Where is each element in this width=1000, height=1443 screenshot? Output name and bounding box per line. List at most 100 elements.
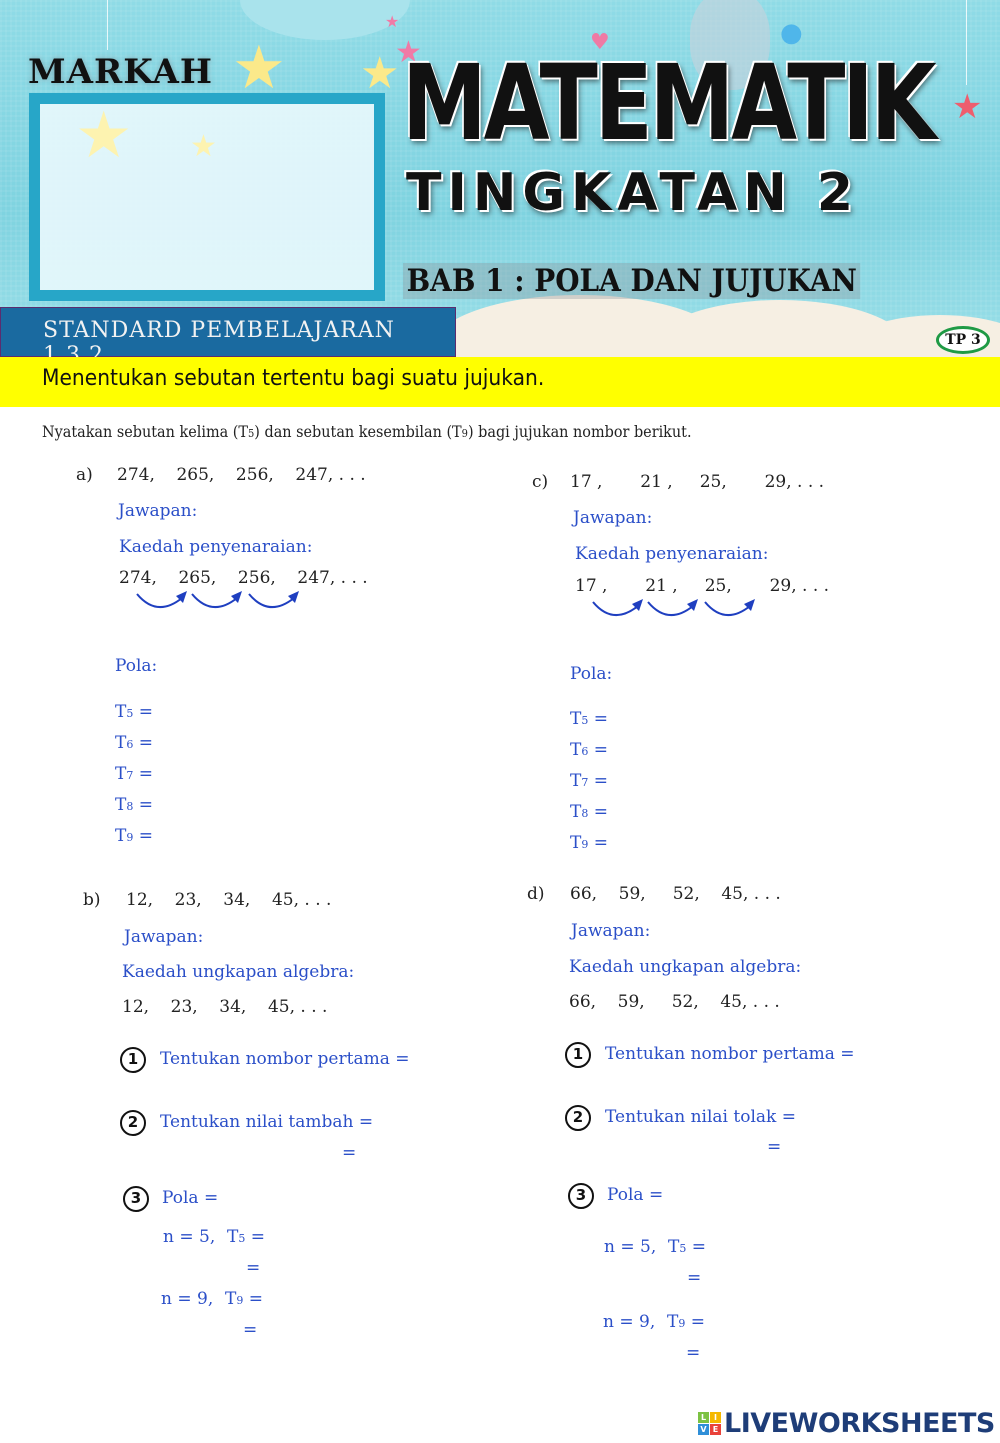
sequence: 66, 59, 52, 45, . . .	[570, 884, 781, 904]
equals-line[interactable]: =	[246, 1258, 260, 1278]
term-t7[interactable]: T7 =	[115, 764, 153, 784]
method-label: Kaedah penyenaraian:	[575, 544, 769, 564]
subscript: 6	[581, 745, 589, 758]
pattern-label: Pola:	[115, 656, 158, 676]
step-1-first-term[interactable]: Tentukan nombor pertama =	[160, 1049, 410, 1069]
subscript: 8	[126, 800, 134, 813]
subscript: 5	[126, 707, 134, 720]
equals-line[interactable]: =	[767, 1137, 781, 1157]
step-3-icon: 3	[568, 1183, 594, 1209]
step-1-icon: 1	[565, 1042, 591, 1068]
star-icon: ★	[190, 129, 217, 164]
sequence-repeat: 274, 265, 256, 247, . . .	[119, 568, 368, 588]
header-banner: ★ ★ ★ ★ ★ ♥ ● MARKAH ★ ★ MATEMATIK TINGK…	[0, 0, 1000, 357]
subscript: 6	[126, 738, 134, 751]
equals-line[interactable]: =	[686, 1343, 700, 1363]
method-label: Kaedah ungkapan algebra:	[569, 957, 802, 977]
term-t5[interactable]: T5 =	[668, 1237, 706, 1257]
n5-label: n = 5,	[604, 1237, 657, 1257]
score-box[interactable]: ★ ★	[29, 93, 385, 301]
objective-text: Menentukan sebutan tertentu bagi suatu j…	[42, 366, 545, 391]
step-2-icon: 2	[120, 1110, 146, 1136]
logo-icon: L I V E	[698, 1411, 721, 1435]
arrow-curve	[592, 601, 639, 616]
pattern-label: Pola:	[570, 664, 613, 684]
subscript: 9	[678, 1317, 686, 1330]
arrow-curve	[704, 601, 751, 616]
logo-letter: L	[698, 1411, 709, 1423]
term-t9[interactable]: T9 =	[225, 1289, 263, 1309]
difference-arrows	[592, 599, 755, 616]
term-t6[interactable]: T6 =	[115, 733, 153, 753]
instruction-text: Nyatakan sebutan kelima (T5) dan sebutan…	[42, 422, 692, 441]
step-2-difference[interactable]: Tentukan nilai tambah =	[160, 1112, 373, 1132]
term-t5[interactable]: T5 =	[227, 1227, 265, 1247]
subscript: 5	[679, 1242, 687, 1255]
step-3-pattern[interactable]: Pola =	[607, 1185, 663, 1205]
hanging-string	[966, 0, 967, 85]
method-label: Kaedah ungkapan algebra:	[122, 962, 355, 982]
page-title: MATEMATIK	[402, 42, 937, 164]
subscript: 7	[581, 776, 589, 789]
sequence: 17 , 21 , 25, 29, . . .	[570, 472, 825, 492]
question-label: b)	[83, 890, 101, 910]
step-3-icon: 3	[123, 1186, 149, 1212]
page-subtitle: TINGKATAN 2	[406, 163, 860, 223]
instruction-part: ) bagi jujukan nombor berikut.	[467, 422, 692, 441]
term-t8[interactable]: T8 =	[570, 802, 608, 822]
brand-name: LIVEWORKSHEETS	[724, 1407, 995, 1439]
question-label: a)	[76, 465, 93, 485]
term-t8[interactable]: T8 =	[115, 795, 153, 815]
chapter-title: BAB 1 : POLA DAN JUJUKAN	[403, 263, 861, 299]
n9-label: n = 9,	[161, 1289, 214, 1309]
hanging-string	[107, 0, 108, 50]
logo-letter: I	[710, 1411, 721, 1423]
question-label: c)	[532, 472, 549, 492]
subscript: 5	[238, 1232, 246, 1245]
sequence-repeat: 17 , 21 , 25, 29, . . .	[575, 576, 830, 596]
answer-label: Jawapan:	[571, 921, 651, 941]
instruction-part: Nyatakan sebutan kelima (T	[42, 422, 248, 441]
level-badge: TP 3	[936, 326, 990, 354]
term-t7[interactable]: T7 =	[570, 771, 608, 791]
step-3-pattern[interactable]: Pola =	[162, 1188, 218, 1208]
sequence: 274, 265, 256, 247, . . .	[117, 465, 366, 485]
term-t5[interactable]: T5 =	[570, 709, 608, 729]
n5-label: n = 5,	[163, 1227, 216, 1247]
score-label: MARKAH	[28, 52, 213, 92]
method-label: Kaedah penyenaraian:	[119, 537, 313, 557]
term-t9[interactable]: T9 =	[570, 833, 608, 853]
step-1-first-term[interactable]: Tentukan nombor pertama =	[605, 1044, 855, 1064]
subscript: 9	[236, 1294, 244, 1307]
arrow-curve	[136, 593, 183, 608]
star-icon: ★	[952, 87, 983, 127]
answer-label: Jawapan:	[124, 927, 204, 947]
term-t6[interactable]: T6 =	[570, 740, 608, 760]
star-icon: ★	[360, 48, 400, 99]
equals-line[interactable]: =	[687, 1268, 701, 1288]
sequence-repeat: 12, 23, 34, 45, . . .	[122, 997, 328, 1017]
subscript: 9	[126, 831, 134, 844]
subscript: 9	[581, 838, 589, 851]
term-t5[interactable]: T5 =	[115, 702, 153, 722]
subscript: 7	[126, 769, 134, 782]
arrow-curve	[647, 601, 694, 616]
question-label: d)	[527, 884, 545, 904]
instruction-part: ) dan sebutan kesembilan (T	[254, 422, 462, 441]
star-icon: ★	[75, 99, 133, 173]
liveworksheets-logo[interactable]: L I V E LIVEWORKSHEETS	[698, 1407, 995, 1439]
subscript: 5	[581, 714, 589, 727]
answer-label: Jawapan:	[573, 508, 653, 528]
step-2-icon: 2	[565, 1105, 591, 1131]
term-t9[interactable]: T9 =	[667, 1312, 705, 1332]
term-t9[interactable]: T9 =	[115, 826, 153, 846]
equals-line[interactable]: =	[342, 1143, 356, 1163]
star-icon: ★	[385, 12, 400, 31]
difference-arrows	[136, 591, 299, 608]
standard-label: STANDARD PEMBELAJARAN 1.3.2	[43, 318, 395, 357]
n9-label: n = 9,	[603, 1312, 656, 1332]
equals-line[interactable]: =	[243, 1320, 257, 1340]
arrow-curve	[248, 593, 295, 608]
sequence-repeat: 66, 59, 52, 45, . . .	[569, 992, 780, 1012]
step-2-difference[interactable]: Tentukan nilai tolak =	[605, 1107, 796, 1127]
